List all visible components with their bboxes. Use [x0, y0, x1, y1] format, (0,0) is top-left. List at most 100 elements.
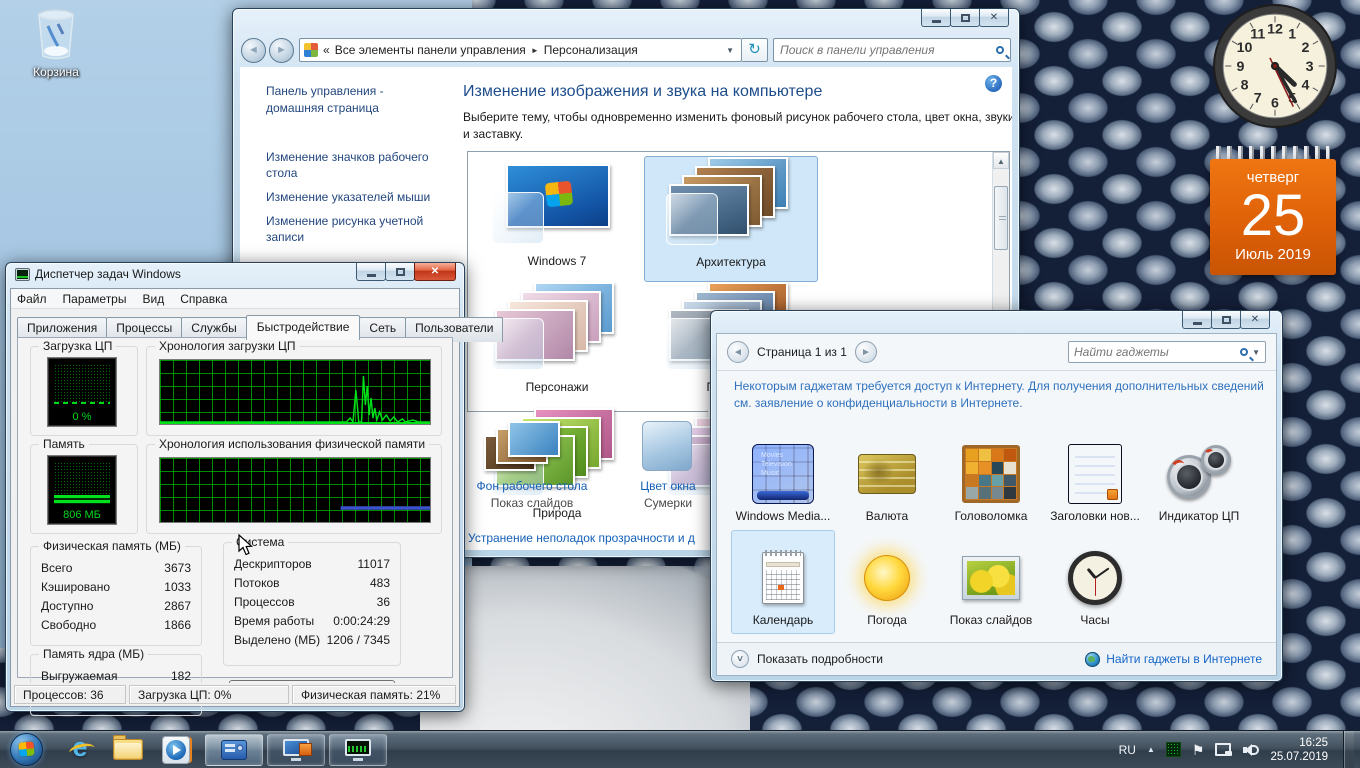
theme-item-characters[interactable]: Персонажи [470, 282, 644, 408]
theme-item-architecture[interactable]: Архитектура [644, 156, 818, 282]
action-center-flag-icon[interactable]: ⚑ [1192, 743, 1205, 757]
gadget-searchbox[interactable]: ▼ [1068, 341, 1266, 363]
svg-text:2: 2 [1302, 40, 1310, 56]
taskbar-explorer[interactable] [107, 731, 149, 768]
minimize-button[interactable] [921, 9, 951, 27]
recycle-bin[interactable]: Корзина [18, 8, 94, 79]
taskbar-button-gadgets[interactable] [205, 734, 263, 766]
search-input[interactable] [780, 43, 996, 57]
gadget-calendar[interactable]: Календарь [731, 530, 835, 634]
close-button[interactable]: ✕ [1240, 311, 1270, 329]
show-desktop-button[interactable] [1343, 731, 1354, 768]
maximize-button[interactable] [385, 263, 415, 281]
taskbar-media-player[interactable] [155, 731, 197, 768]
refresh-icon: ↻ [748, 41, 761, 58]
theme-glass-pane [492, 192, 544, 244]
personalization-icon [283, 739, 309, 761]
control-panel-searchbox[interactable] [773, 38, 1011, 62]
tray-clock[interactable]: 16:25 25.07.2019 [1270, 736, 1332, 764]
gadget-grid: MoviesTelevisionMusic Windows Media... В… [731, 426, 1261, 634]
globe-icon [1085, 652, 1100, 667]
physical-memory-groupbox: Физическая память (МБ) Всего3673 Кэширов… [30, 546, 202, 646]
gadget-currency[interactable]: Валюта [835, 426, 939, 530]
previous-page-button[interactable]: ◄ [727, 341, 749, 363]
analog-clock-icon: 12 1 2 3 4 5 6 7 8 9 10 11 [1211, 2, 1339, 130]
breadcrumb-current[interactable]: Персонализация [544, 43, 638, 57]
window-title: Диспетчер задач Windows [35, 267, 181, 281]
language-indicator[interactable]: RU [1119, 743, 1136, 757]
theme-glass-pane [666, 193, 718, 245]
calendar-day: 25 [1214, 186, 1332, 246]
sidebar-home-link[interactable]: Панель управления - домашняя страница [266, 79, 444, 117]
memory-history-groupbox: Хронология использования физической памя… [146, 444, 442, 534]
show-details-button[interactable]: ˅ [731, 650, 749, 668]
windows-logo-icon [545, 181, 573, 208]
show-details-label[interactable]: Показать подробности [757, 652, 883, 666]
breadcrumb-arrow-icon[interactable]: ► [531, 46, 539, 55]
gadgets-window: ✕ ◄ Страница 1 из 1 ► ▼ Некоторым гаджет… [710, 310, 1283, 682]
speaker-icon[interactable] [1243, 743, 1259, 757]
tray-expand-icon[interactable]: ▲ [1147, 745, 1155, 754]
minimize-button[interactable] [1182, 311, 1212, 329]
minimize-button[interactable] [356, 263, 386, 281]
scroll-up-icon[interactable]: ▲ [993, 152, 1009, 169]
search-dropdown-icon[interactable]: ▼ [1252, 348, 1260, 357]
gadget-cpu-indicator[interactable]: Индикатор ЦП [1147, 426, 1251, 530]
mouse-cursor [238, 534, 257, 556]
back-button[interactable]: ◄ [241, 38, 266, 63]
search-icon[interactable] [996, 46, 1004, 54]
refresh-button[interactable]: ↻ [742, 38, 768, 62]
search-icon[interactable] [1240, 348, 1248, 356]
menu-file[interactable]: Файл [17, 292, 47, 306]
close-icon: ✕ [990, 13, 998, 23]
gadget-puzzle[interactable]: Головоломка [939, 426, 1043, 530]
slideshow-icon [962, 556, 1020, 600]
breadcrumb-collapsed[interactable]: « [323, 43, 330, 57]
tab-performance[interactable]: Быстродействие [246, 315, 361, 340]
sidebar-link-desktop-icons[interactable]: Изменение значков рабочего стола [266, 149, 444, 181]
gadget-windows-media[interactable]: MoviesTelevisionMusic Windows Media... [731, 426, 835, 530]
internet-explorer-icon: e [72, 732, 87, 763]
gadget-news-headlines[interactable]: Заголовки нов... [1043, 426, 1147, 530]
gadget-search-input[interactable] [1074, 345, 1236, 359]
sidebar-link-account-picture[interactable]: Изменение рисунка учетной записи [266, 213, 444, 245]
forward-button[interactable]: ► [269, 38, 294, 63]
taskbar-internet-explorer[interactable]: e [59, 731, 101, 768]
breadcrumb-root[interactable]: Все элементы панели управления [335, 43, 526, 57]
gadget-slideshow[interactable]: Показ слайдов [939, 530, 1043, 634]
memory-meter: 806 МБ [47, 455, 117, 525]
sidebar-link-mouse-pointers[interactable]: Изменение указателей мыши [266, 189, 444, 205]
menu-options[interactable]: Параметры [63, 292, 127, 306]
clock-gadget[interactable]: 12 1 2 3 4 5 6 7 8 9 10 11 [1211, 2, 1339, 130]
calendar-month-year: Июль 2019 [1214, 246, 1332, 263]
maximize-button[interactable] [1211, 311, 1241, 329]
cpu-meter-tray-icon[interactable] [1166, 742, 1181, 757]
gadget-weather[interactable]: Погода [835, 530, 939, 634]
menu-help[interactable]: Справка [180, 292, 227, 306]
theme-item-windows7[interactable]: Windows 7 [470, 156, 644, 282]
calendar-gadget[interactable]: четверг 25 Июль 2019 [1210, 146, 1336, 275]
taskbar-button-task-manager[interactable] [329, 734, 387, 766]
close-button[interactable]: ✕ [979, 9, 1009, 27]
menu-view[interactable]: Вид [142, 292, 164, 306]
taskbar-button-personalization[interactable] [267, 734, 325, 766]
forward-icon: ► [276, 44, 287, 56]
memory-history-graph [159, 457, 431, 523]
address-dropdown-icon[interactable]: ▼ [723, 46, 737, 55]
network-icon[interactable] [1215, 743, 1232, 756]
troubleshoot-link[interactable]: Устранение неполадок прозрачности и д [468, 531, 695, 545]
next-page-button[interactable]: ► [855, 341, 877, 363]
control-panel-icon [304, 43, 318, 57]
maximize-button[interactable] [950, 9, 980, 27]
puzzle-icon [962, 445, 1020, 503]
find-gadgets-online-link[interactable]: Найти гаджеты в Интернете [1085, 652, 1262, 667]
scrollbar-thumb[interactable] [994, 186, 1008, 250]
svg-text:12: 12 [1267, 21, 1283, 37]
page-indicator: Страница 1 из 1 [757, 345, 847, 359]
start-button[interactable] [10, 733, 43, 766]
help-button[interactable]: ? [985, 75, 1002, 92]
close-button[interactable]: ✕ [414, 263, 456, 281]
address-bar[interactable]: « Все элементы панели управления ► Персо… [299, 38, 742, 62]
desktop-background-shortcut[interactable]: Фон рабочего стола Показ слайдов [462, 419, 602, 510]
gadget-clock[interactable]: Часы [1043, 530, 1147, 634]
